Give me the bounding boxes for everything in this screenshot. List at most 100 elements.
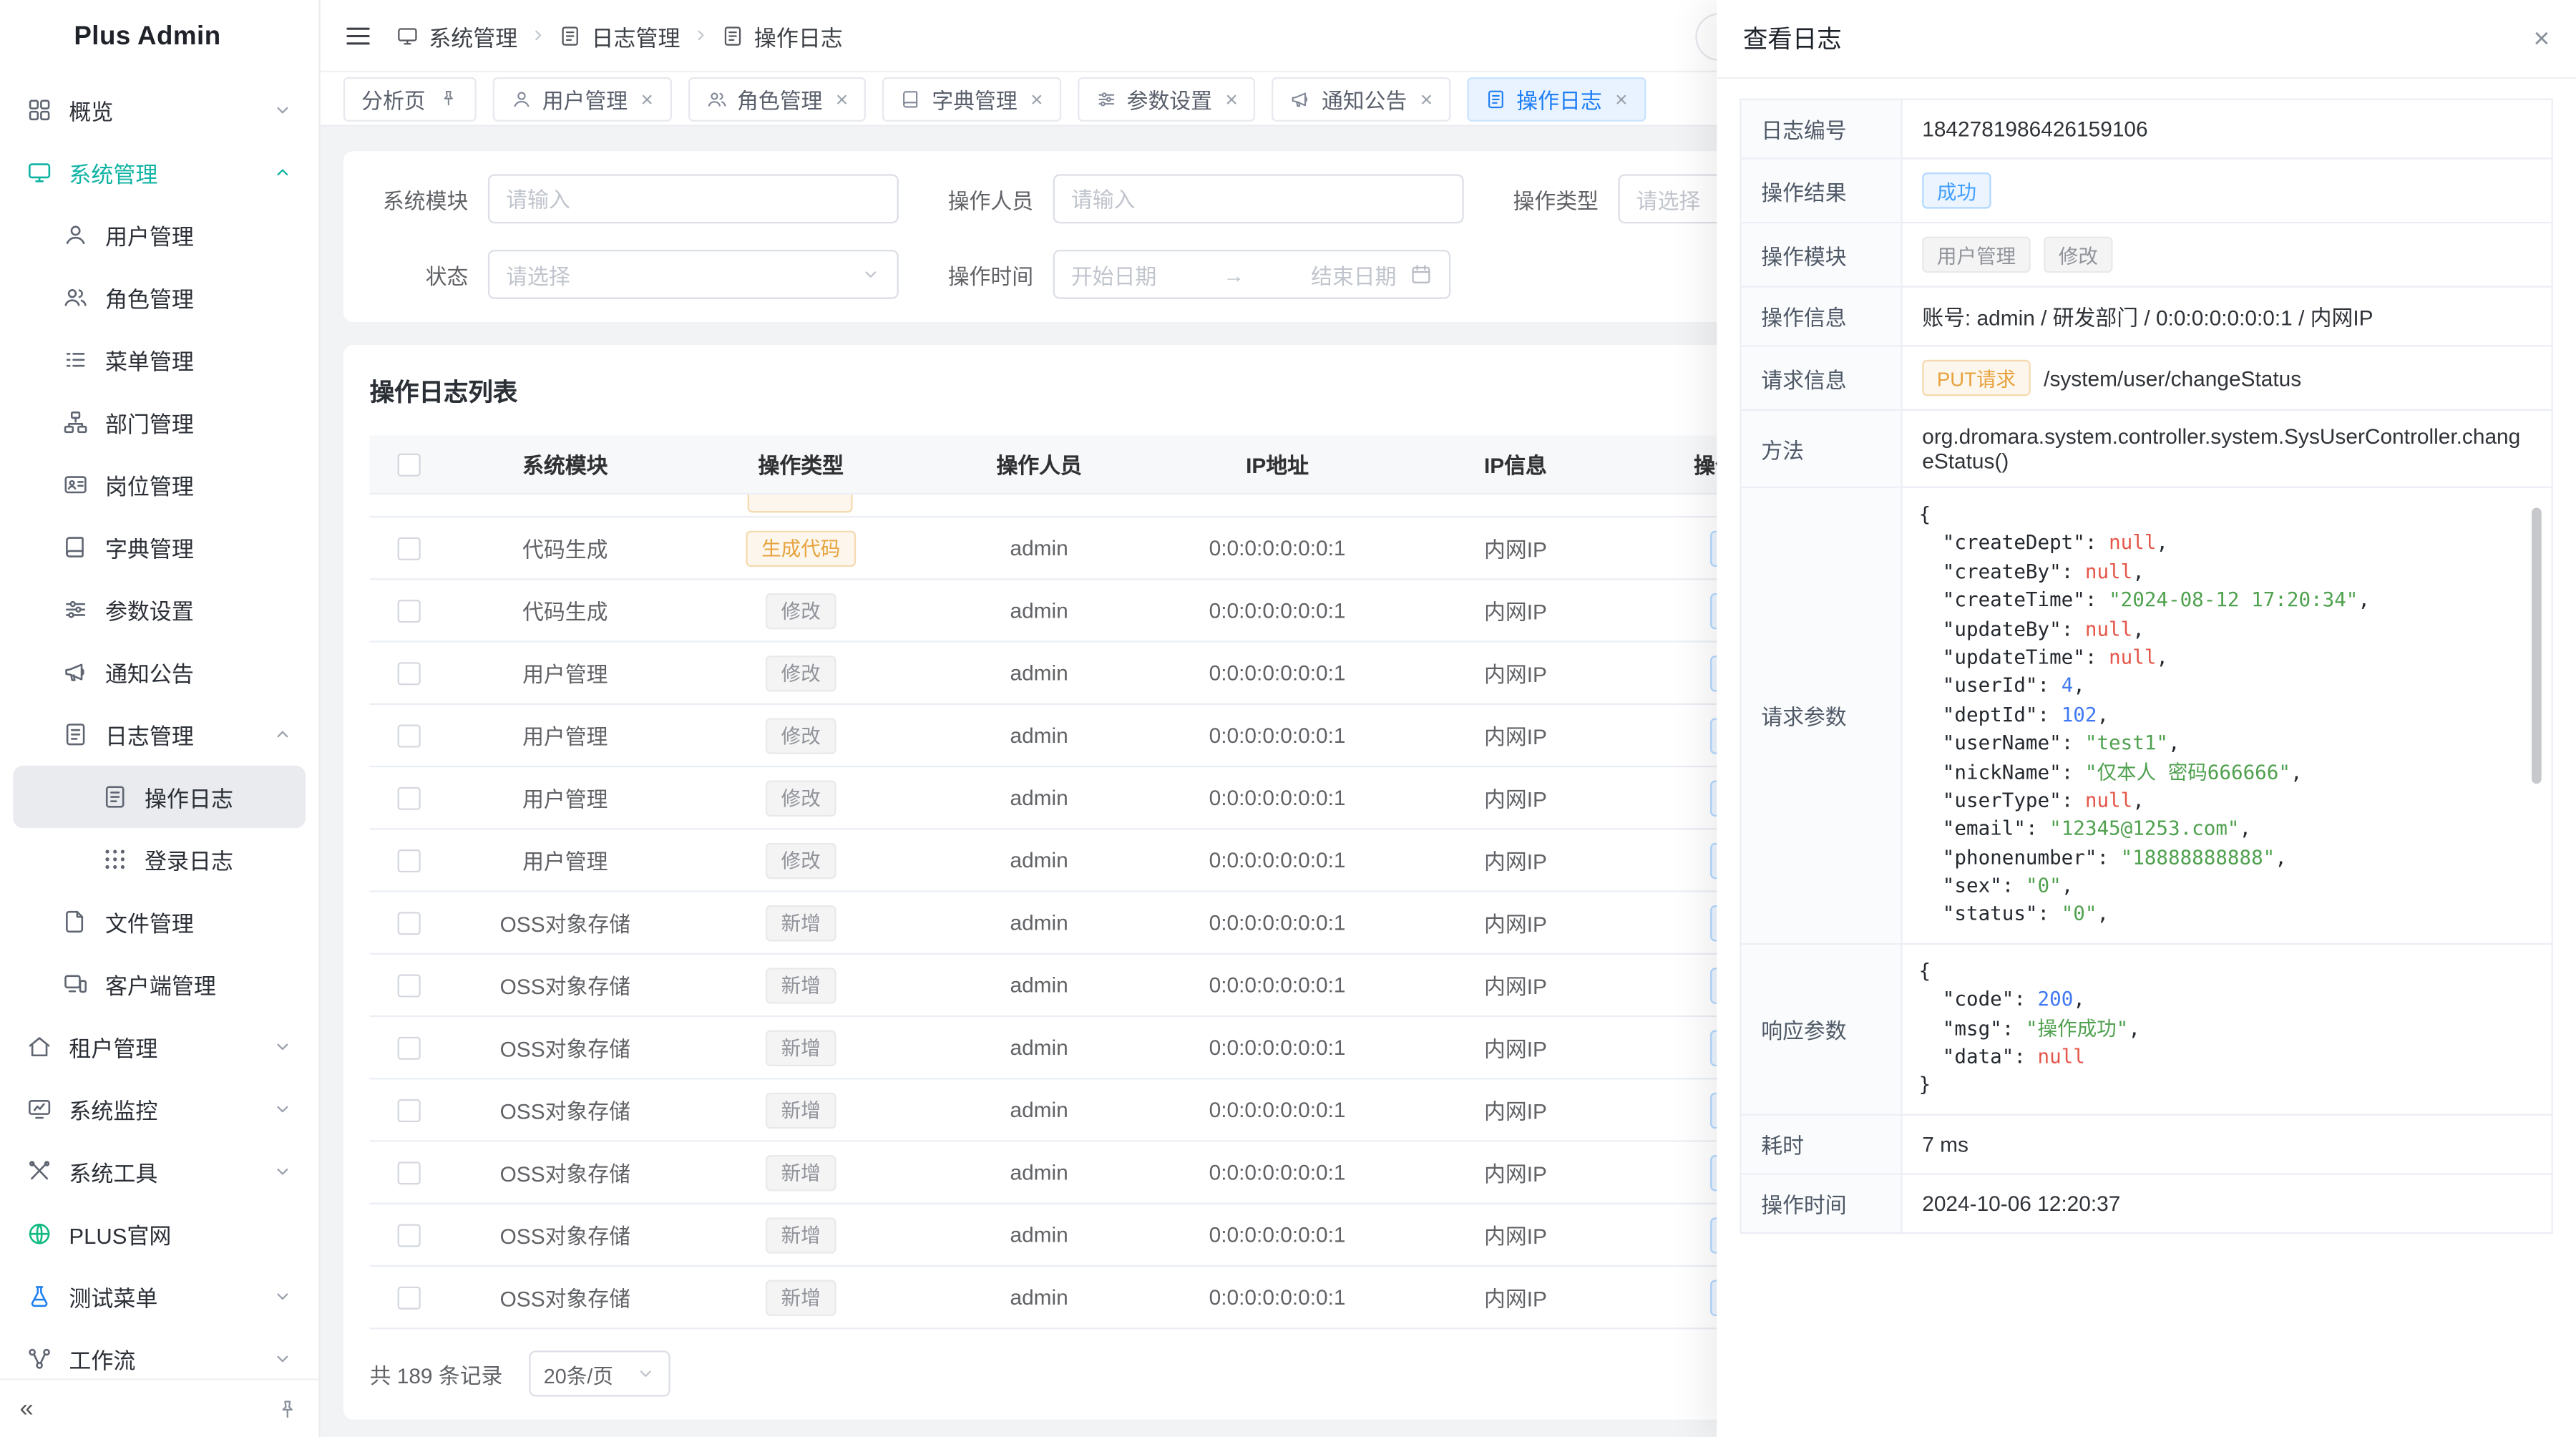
row-checkbox[interactable] <box>398 1099 421 1121</box>
cell-module: 用户管理 <box>449 720 682 751</box>
tab-close-icon[interactable]: × <box>1030 88 1043 109</box>
sidebar-item[interactable]: 工作流 <box>13 1328 306 1378</box>
sidebar-item[interactable]: 系统工具 <box>13 1140 306 1202</box>
status-select[interactable]: 请选择 <box>488 250 899 299</box>
descriptions-label: 响应参数 <box>1742 945 1903 1114</box>
row-checkbox[interactable] <box>398 599 421 622</box>
sidebar-item[interactable]: 部门管理 <box>13 391 306 453</box>
sidebar-item-label: 文件管理 <box>105 905 194 938</box>
sidebar-item[interactable]: 菜单管理 <box>13 328 306 391</box>
request-url: /system/user/changeStatus <box>2044 366 2301 390</box>
sidebar-item[interactable]: 角色管理 <box>13 266 306 328</box>
column-header: 系统模块 <box>449 449 682 480</box>
row-checkbox[interactable] <box>398 973 421 996</box>
sidebar-footer: « <box>0 1378 318 1437</box>
descriptions-row: 响应参数{ "code": 200, "msg": "操作成功", "data"… <box>1742 943 2552 1114</box>
sidebar-item[interactable]: 操作日志 <box>13 766 306 828</box>
row-checkbox[interactable] <box>398 1036 421 1059</box>
sidebar-item-label: 登录日志 <box>145 843 233 876</box>
file-icon <box>62 909 89 935</box>
megaphone-icon <box>1290 88 1312 109</box>
sidebar-item-label: 日志管理 <box>105 718 194 751</box>
sidebar-item[interactable]: 通知公告 <box>13 640 306 703</box>
sidebar-item[interactable]: 岗位管理 <box>13 454 306 516</box>
pin-icon[interactable] <box>439 89 459 109</box>
column-header: IP信息 <box>1397 449 1635 480</box>
row-checkbox[interactable] <box>398 724 421 746</box>
sidebar-item[interactable]: 测试菜单 <box>13 1265 306 1328</box>
breadcrumb-item[interactable]: 操作日志 <box>721 19 843 52</box>
breadcrumb-label: 系统管理 <box>429 19 517 52</box>
select-all-checkbox[interactable] <box>398 453 421 476</box>
tab-item[interactable]: 分析页 <box>343 77 477 121</box>
sidebar-item[interactable]: 登录日志 <box>13 828 306 890</box>
sidebar-item[interactable]: PLUS官网 <box>13 1203 306 1265</box>
descriptions-value: 1842781986426159106 <box>1903 100 2552 157</box>
sidebar-item[interactable]: 参数设置 <box>13 578 306 640</box>
page-size-select[interactable]: 20条/页 <box>529 1350 670 1396</box>
tab-label: 字典管理 <box>932 83 1017 115</box>
cell-operator: admin <box>920 1160 1158 1184</box>
close-icon[interactable]: × <box>2533 24 2550 52</box>
cell-module: OSS对象存储 <box>449 1219 682 1251</box>
tab-item[interactable]: 角色管理× <box>688 77 866 121</box>
sidebar-item[interactable]: 租户管理 <box>13 1015 306 1078</box>
sidebar-item-label: 租户管理 <box>69 1031 157 1063</box>
chevron-down-icon <box>273 1099 293 1119</box>
row-checkbox[interactable] <box>398 786 421 809</box>
tab-item[interactable]: 参数设置× <box>1078 77 1256 121</box>
sidebar-item[interactable]: 系统管理 <box>13 141 306 203</box>
tab-label: 用户管理 <box>542 83 628 115</box>
tab-close-icon[interactable]: × <box>1420 88 1433 109</box>
json-code-block: { "createDept": null, "createBy": null, … <box>1919 501 2535 930</box>
globe-icon <box>26 1221 53 1247</box>
row-checkbox[interactable] <box>398 1223 421 1246</box>
chevron-right-icon <box>692 26 710 44</box>
row-checkbox[interactable] <box>398 537 421 560</box>
tab-close-icon[interactable]: × <box>836 88 848 109</box>
type-select-placeholder: 请选择 <box>1636 183 1701 215</box>
sidebar-item[interactable]: 日志管理 <box>13 703 306 766</box>
tab-item[interactable]: 字典管理 × <box>882 77 1060 121</box>
descriptions-row: 方法org.dromara.system.controller.system.S… <box>1742 409 2552 487</box>
cell-ip-info: 内网IP <box>1397 532 1635 564</box>
operation-type-badge: 新增 <box>766 1029 835 1066</box>
tab-label: 操作日志 <box>1516 83 1601 115</box>
row-checkbox[interactable] <box>398 849 421 872</box>
column-header: 操作人员 <box>920 449 1158 480</box>
row-checkbox[interactable] <box>398 1286 421 1309</box>
start-date-placeholder: 开始日期 <box>1071 259 1156 291</box>
tab-close-icon[interactable]: × <box>1615 88 1627 109</box>
operlog-icon <box>102 784 128 810</box>
collapse-sidebar-button[interactable]: « <box>20 1397 34 1421</box>
sidebar-item[interactable]: 概览 <box>13 79 306 141</box>
sidebar-item[interactable]: 字典管理 <box>13 516 306 578</box>
pin-sidebar-icon[interactable] <box>276 1398 299 1421</box>
cell-ip-info: 内网IP <box>1397 595 1635 626</box>
row-checkbox[interactable] <box>398 1161 421 1184</box>
sidebar-item[interactable]: 客户端管理 <box>13 953 306 1015</box>
tab-item[interactable]: 用户管理 × <box>493 77 671 121</box>
cell-module: 代码生成 <box>449 595 682 626</box>
tab-close-icon[interactable]: × <box>1225 88 1237 109</box>
sidebar-item[interactable]: 用户管理 <box>13 204 306 266</box>
sidebar: Plus Admin 概览系统管理用户管理角色管理菜单管理部门管理岗位管理字典管… <box>0 0 321 1437</box>
operator-input[interactable] <box>1053 174 1464 223</box>
module-input[interactable] <box>488 174 899 223</box>
date-range-picker[interactable]: 开始日期 → 结束日期 <box>1053 250 1451 299</box>
breadcrumb-item[interactable]: 日志管理 <box>559 19 680 52</box>
sidebar-item[interactable]: 系统监控 <box>13 1078 306 1140</box>
operation-type-badge <box>748 495 853 512</box>
log-details: 日志编号1842781986426159106操作结果成功操作模块用户管理修改操… <box>1740 99 2552 1234</box>
tab-active[interactable]: 操作日志 × <box>1467 77 1645 121</box>
descriptions-value: PUT请求/system/user/changeStatus <box>1903 346 2552 409</box>
breadcrumb-item[interactable]: 系统管理 <box>396 19 517 52</box>
cell-operator: admin <box>920 1098 1158 1122</box>
tab-item[interactable]: 通知公告× <box>1272 77 1450 121</box>
row-checkbox[interactable] <box>398 661 421 684</box>
tab-close-icon[interactable]: × <box>640 88 653 109</box>
scrollbar-thumb[interactable] <box>2532 507 2542 784</box>
menu-toggle-icon[interactable] <box>343 21 373 50</box>
row-checkbox[interactable] <box>398 911 421 934</box>
sidebar-item[interactable]: 文件管理 <box>13 890 306 953</box>
